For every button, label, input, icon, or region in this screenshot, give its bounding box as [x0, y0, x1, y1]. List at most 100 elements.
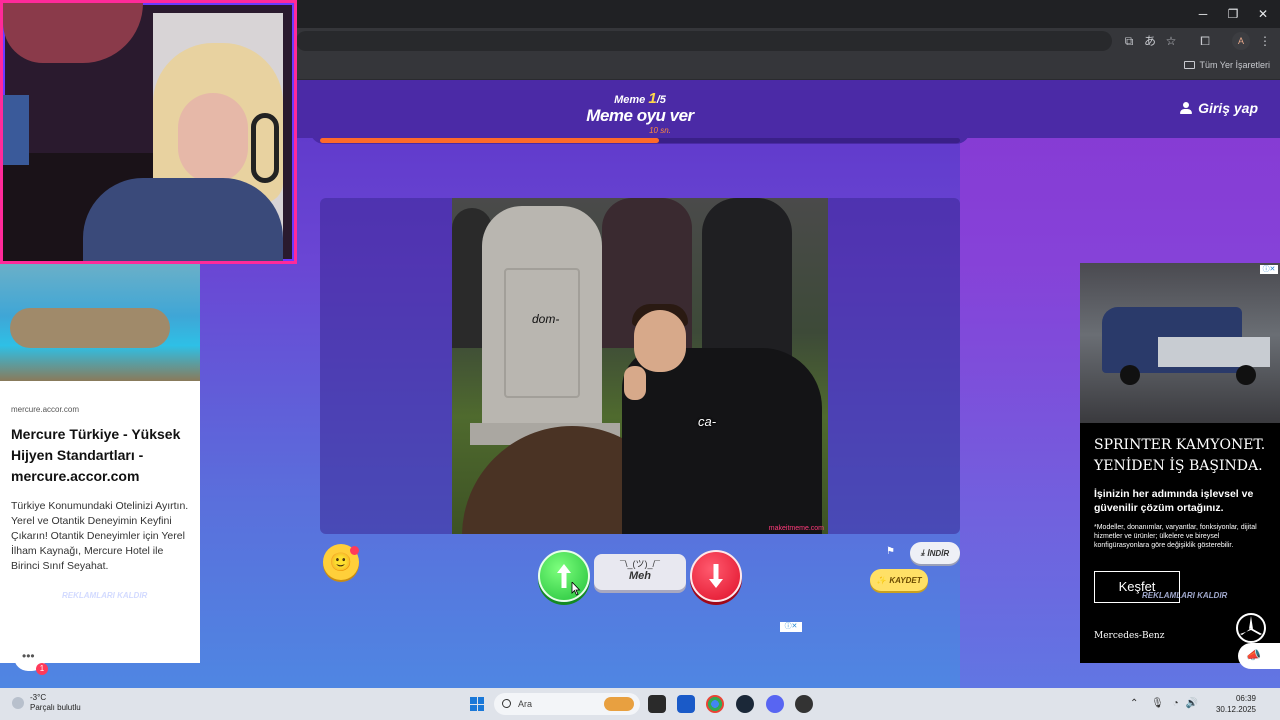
chrome-icon[interactable] — [706, 695, 724, 713]
ad-van-bed — [1158, 337, 1270, 367]
ad-disclaimer: *Modeller, donanımlar, varyantlar, fonks… — [1094, 524, 1257, 549]
meme-counter-total: /5 — [656, 94, 666, 106]
webcam-person-face — [178, 93, 248, 183]
maximize-button[interactable]: ❐ — [1218, 4, 1248, 24]
close-button[interactable]: ✕ — [1248, 4, 1278, 24]
meme-caption-top: dom- — [532, 312, 560, 326]
ad-headline: SPRINTER KAMYONET. YENİDEN İŞ BAŞINDA. — [1094, 437, 1266, 474]
ad-van-wheel — [1236, 365, 1256, 385]
wifi-icon[interactable]: ◔ — [1173, 698, 1179, 709]
webcam-hat — [3, 3, 143, 63]
adchoices-icon[interactable]: ⓘ✕ — [780, 622, 802, 632]
microphone-icon[interactable]: 🎙 — [1151, 698, 1164, 709]
vote-timer-fill — [320, 138, 660, 143]
install-icon[interactable]: ⧉ — [1120, 32, 1138, 50]
upvote-button[interactable] — [538, 550, 590, 602]
obs-icon[interactable] — [795, 695, 813, 713]
headset-icon — [251, 113, 279, 183]
emoji-reaction-button[interactable]: 🙂 — [323, 544, 359, 580]
arrow-down-icon — [709, 564, 723, 588]
webcam-person-hoodie — [83, 178, 283, 261]
meme-counter-current: 1 — [648, 90, 657, 107]
download-icon: ⤓ — [920, 548, 925, 557]
meme-caption-bottom: ca- — [698, 414, 717, 429]
chat-badge: 1 — [36, 663, 48, 675]
chat-icon: ••• — [22, 649, 35, 663]
mouse-cursor-icon — [571, 582, 581, 596]
discord-icon[interactable] — [766, 695, 784, 713]
shrug-face: ¯\_(ツ)_/¯ — [620, 559, 660, 569]
weather-widget[interactable]: -3°C Parçalı bulutlu — [12, 693, 81, 713]
left-ad[interactable]: mercure.accor.com Mercure Türkiye - Yüks… — [0, 263, 200, 663]
menu-icon[interactable]: ⋮ — [1256, 32, 1274, 50]
meme-gravestone-panel — [504, 268, 580, 398]
meme-man — [622, 348, 822, 534]
mercedes-logo-icon — [1236, 613, 1266, 643]
ad-domain: mercure.accor.com — [11, 405, 80, 414]
ad-title[interactable]: Mercure Türkiye - Yüksek Hijyen Standart… — [11, 424, 190, 487]
download-button[interactable]: ⤓ İNDİR — [910, 542, 960, 564]
translate-icon[interactable]: あ — [1141, 32, 1159, 50]
search-placeholder: Ara — [518, 699, 533, 709]
weather-desc: Parçalı bulutlu — [30, 703, 81, 712]
windows-start-icon[interactable] — [470, 697, 484, 711]
search-icon — [502, 699, 511, 708]
adchoices-icon[interactable]: ⓘ✕ — [1260, 265, 1278, 274]
task-view-icon[interactable] — [648, 695, 666, 713]
chat-button[interactable]: ••• 1 — [14, 643, 48, 675]
ad-body: Türkiye Konumundaki Otelinizi Ayırtın. Y… — [11, 500, 189, 572]
ad-van-wheel — [1120, 365, 1140, 385]
minimize-button[interactable]: ─ — [1188, 4, 1218, 24]
ad-image-rock — [10, 308, 170, 348]
sparkle-star-icon: ✨ — [876, 575, 887, 585]
address-bar[interactable] — [296, 31, 1112, 51]
clock-time: 06:39 — [1235, 694, 1256, 703]
chevron-up-icon[interactable]: ⌃ — [1130, 698, 1138, 709]
ad-brand: Mercedes-Benz — [1094, 631, 1165, 641]
meme-image: dom- ca- makeitmeme.com — [452, 198, 828, 534]
ad-text: İşinizin her adımında işlevsel ve güveni… — [1094, 488, 1254, 514]
meme-man-head — [634, 310, 686, 372]
ad-van-image — [1080, 263, 1280, 423]
profile-avatar[interactable]: A — [1232, 32, 1250, 50]
downvote-button[interactable] — [690, 550, 742, 602]
user-icon — [1180, 102, 1193, 114]
webcam-overlay — [0, 0, 297, 264]
meme-counter: Meme 1/5 — [560, 90, 720, 107]
clock-date: 30.12.2025 — [1215, 705, 1256, 714]
page-title: Meme oyu ver — [586, 106, 694, 125]
timer-text: 10 sn. — [649, 126, 671, 135]
meh-button[interactable]: ¯\_(ツ)_/¯ Meh — [594, 554, 686, 590]
arrow-up-icon — [557, 564, 571, 588]
remove-ads-right-link[interactable]: REKLAMLARI KALDIR — [1142, 591, 1227, 600]
meme-man-hand — [624, 366, 646, 400]
right-ad[interactable]: ⓘ✕ SPRINTER KAMYONET. YENİDEN İŞ BAŞINDA… — [1080, 263, 1280, 663]
meme-person — [702, 198, 792, 368]
remove-ads-left-link[interactable]: REKLAMLARI KALDIR — [62, 591, 147, 600]
meme-watermark: makeitmeme.com — [768, 525, 824, 532]
login-button[interactable]: Giriş yap — [1180, 100, 1258, 116]
taskbar-clock[interactable]: 06:39 30.12.2025 — [1216, 693, 1256, 715]
report-flag-icon[interactable]: ⚑ — [886, 546, 896, 558]
webcam-monitor — [3, 95, 29, 165]
weather-temp: -3°C — [30, 693, 47, 702]
volume-icon[interactable]: 🔊 — [1185, 698, 1197, 709]
smiley-icon: 🙂 — [329, 552, 353, 572]
feedback-button[interactable]: 📣 — [1238, 643, 1280, 669]
save-button[interactable]: ✨ KAYDET — [870, 569, 928, 591]
taskbar-search[interactable]: Ara — [494, 693, 640, 715]
login-label: Giriş yap — [1198, 100, 1258, 116]
folder-icon — [1184, 61, 1196, 69]
star-icon[interactable]: ☆ — [1162, 32, 1180, 50]
cloud-icon — [12, 697, 24, 709]
meme-counter-label: Meme — [614, 94, 646, 106]
mercedes-star-icon — [1240, 616, 1262, 635]
extensions-icon[interactable]: ⧠ — [1196, 32, 1214, 50]
download-label: İNDİR — [927, 548, 950, 558]
steam-icon[interactable] — [736, 695, 754, 713]
all-bookmarks-button[interactable]: Tüm Yer İşaretleri — [1184, 60, 1270, 70]
system-tray[interactable]: ⌃ 🎙 ◔ 🔊 — [1130, 698, 1198, 709]
store-icon[interactable] — [677, 695, 695, 713]
meh-label: Meh — [629, 570, 651, 582]
megaphone-icon: 📣 — [1246, 648, 1261, 662]
